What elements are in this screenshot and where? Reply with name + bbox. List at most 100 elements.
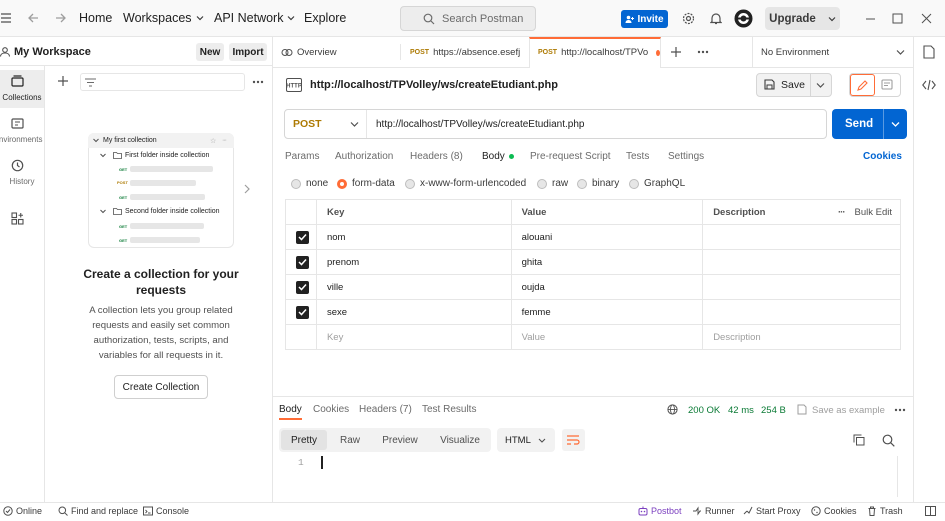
upgrade-button[interactable]: Upgrade — [765, 7, 840, 30]
radio-graphql[interactable]: GraphQL — [629, 178, 685, 189]
send-button[interactable]: Send — [832, 109, 907, 139]
row-checkbox[interactable] — [285, 274, 317, 300]
minimize-icon[interactable] — [865, 13, 876, 24]
value-cell[interactable]: ghita — [510, 249, 704, 275]
search-icon[interactable] — [882, 434, 895, 447]
radio-urlencoded[interactable]: x-www-form-urlencoded — [405, 178, 526, 189]
nav-home[interactable]: Home — [79, 11, 112, 25]
description-cell[interactable] — [702, 299, 901, 325]
save-as-example-button[interactable]: Save as example — [812, 405, 885, 416]
format-select[interactable]: HTML — [497, 428, 555, 452]
start-proxy-button[interactable]: Start Proxy — [743, 506, 801, 516]
row-checkbox[interactable] — [285, 249, 317, 275]
radio-form-data[interactable]: form-data — [337, 178, 395, 189]
tab-pre-request-script[interactable]: Pre-request Script — [530, 151, 611, 162]
trash-button[interactable]: Trash — [867, 506, 903, 516]
url-input[interactable]: http://localhost/TPVolley/ws/createEtudi… — [367, 119, 584, 130]
more-icon[interactable]: ··· — [838, 207, 845, 218]
edit-button[interactable] — [850, 74, 875, 96]
method-select[interactable]: POST — [285, 110, 367, 138]
history-icon[interactable] — [11, 159, 24, 172]
more-icon[interactable] — [894, 408, 906, 412]
response-time[interactable]: 42 ms — [728, 405, 754, 416]
radio-none[interactable]: none — [291, 178, 328, 189]
console-button[interactable]: Console — [143, 506, 189, 516]
comment-icon[interactable] — [881, 79, 893, 90]
row-checkbox[interactable] — [285, 299, 317, 325]
tab-overview[interactable]: Overview — [273, 37, 400, 68]
editor-scrollbar[interactable] — [897, 456, 910, 497]
import-button[interactable]: Import — [229, 43, 267, 61]
avatar[interactable] — [734, 9, 753, 28]
radio-binary[interactable]: binary — [577, 178, 619, 189]
search-input[interactable]: Search Postman — [400, 6, 536, 31]
chevron-down-icon[interactable] — [896, 48, 905, 56]
key-cell[interactable]: prenom — [315, 249, 512, 275]
view-raw[interactable]: Raw — [330, 428, 370, 452]
cookies-button[interactable]: Cookies — [811, 506, 857, 516]
value-cell[interactable]: oujda — [510, 274, 704, 300]
bulk-edit-link[interactable]: Bulk Edit — [855, 207, 893, 218]
request-name[interactable]: http://localhost/TPVolley/ws/createEtudi… — [310, 79, 558, 91]
nav-workspaces[interactable]: Workspaces — [123, 11, 204, 25]
tab-headers[interactable]: Headers (8) — [410, 151, 463, 162]
description-cell[interactable] — [702, 224, 901, 250]
description-cell[interactable] — [702, 249, 901, 275]
gear-icon[interactable] — [682, 12, 695, 25]
value-input[interactable]: Value — [510, 324, 704, 350]
filter-input[interactable] — [80, 73, 245, 91]
tab-body[interactable]: Body — [482, 151, 514, 162]
online-status[interactable]: Online — [3, 506, 42, 516]
row-checkbox[interactable] — [285, 224, 317, 250]
wrap-button[interactable] — [562, 429, 585, 451]
response-tab-cookies[interactable]: Cookies — [313, 404, 349, 415]
tab-params[interactable]: Params — [285, 151, 319, 162]
workspace-title[interactable]: My Workspace — [14, 46, 91, 58]
response-status[interactable]: 200 OK — [688, 405, 720, 416]
response-tab-headers[interactable]: Headers (7) — [359, 404, 412, 415]
radio-raw[interactable]: raw — [537, 178, 568, 189]
value-cell[interactable]: femme — [510, 299, 704, 325]
back-arrow-icon[interactable] — [27, 12, 39, 24]
view-preview[interactable]: Preview — [376, 428, 424, 452]
key-cell[interactable]: nom — [315, 224, 512, 250]
tab-authorization[interactable]: Authorization — [335, 151, 393, 162]
response-tab-test-results[interactable]: Test Results — [422, 404, 476, 415]
key-cell[interactable]: sexe — [315, 299, 512, 325]
menu-icon[interactable] — [0, 12, 12, 24]
runner-button[interactable]: Runner — [692, 506, 735, 516]
create-collection-button[interactable]: Create Collection — [114, 375, 208, 399]
invite-button[interactable]: Invite — [621, 10, 668, 28]
chevron-down-icon[interactable] — [816, 81, 825, 89]
view-pretty[interactable]: Pretty — [281, 430, 327, 450]
key-input[interactable]: Key — [315, 324, 512, 350]
postbot-button[interactable]: Postbot — [638, 506, 682, 516]
environments-icon[interactable] — [11, 118, 24, 130]
chevron-down-icon[interactable] — [891, 120, 900, 128]
nav-explore[interactable]: Explore — [304, 11, 346, 25]
response-size[interactable]: 254 B — [761, 405, 786, 416]
apps-icon[interactable] — [11, 212, 24, 225]
tab-tests[interactable]: Tests — [626, 151, 649, 162]
response-divider[interactable] — [273, 396, 913, 397]
view-visualize[interactable]: Visualize — [434, 428, 486, 452]
find-replace-button[interactable]: Find and replace — [58, 506, 138, 516]
close-icon[interactable] — [921, 13, 932, 24]
copy-icon[interactable] — [853, 434, 865, 446]
new-button[interactable]: New — [196, 43, 224, 61]
forward-arrow-icon[interactable] — [55, 12, 67, 24]
document-icon[interactable] — [923, 45, 935, 59]
value-cell[interactable]: alouani — [510, 224, 704, 250]
environment-select[interactable]: No Environment — [761, 47, 829, 58]
response-tab-body[interactable]: Body — [279, 404, 302, 415]
tab-request-1[interactable]: POST https://absence.esefj — [402, 37, 529, 68]
add-tab-icon[interactable] — [670, 46, 682, 58]
tab-settings[interactable]: Settings — [668, 151, 704, 162]
bell-icon[interactable] — [710, 12, 722, 25]
code-icon[interactable] — [922, 79, 936, 91]
nav-api-network[interactable]: API Network — [214, 11, 295, 25]
description-input[interactable]: Description — [702, 324, 901, 350]
description-cell[interactable] — [702, 274, 901, 300]
cookies-link[interactable]: Cookies — [863, 151, 902, 162]
more-icon[interactable] — [697, 50, 709, 54]
